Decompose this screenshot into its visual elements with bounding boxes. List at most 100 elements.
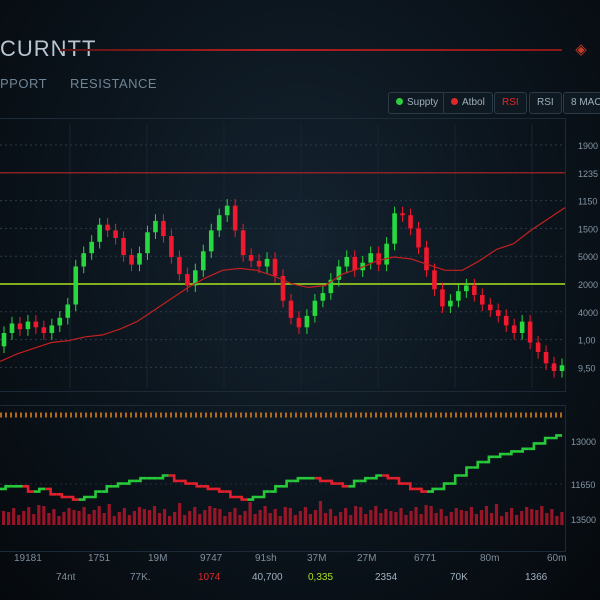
volume-bar [208, 506, 212, 525]
volume-bar [399, 508, 403, 525]
volume-bar [193, 507, 197, 525]
volume-bar [339, 512, 343, 525]
volume-bar [419, 514, 423, 525]
candle-body [559, 365, 565, 371]
volume-bar [102, 513, 106, 525]
candle-body [161, 220, 166, 237]
volume-bar [17, 515, 21, 525]
indicator-step-segment [404, 482, 416, 491]
indicator-step-segment [202, 484, 214, 491]
volume-bar [273, 509, 277, 525]
candle-body [73, 266, 79, 305]
indicator-step-segment [247, 495, 259, 501]
candle-body [240, 230, 246, 256]
candle-body [440, 289, 445, 307]
volume-bar [42, 506, 46, 525]
candle-body [153, 220, 158, 233]
indicator-step-segment [112, 482, 124, 488]
volume-bar [389, 511, 393, 525]
volume-bar [57, 516, 61, 525]
candle-body [511, 325, 517, 333]
volume-bar [484, 506, 489, 525]
candle-body [464, 285, 469, 292]
volume-bar [444, 516, 448, 525]
indicator-step-segment [382, 474, 394, 480]
candle-body [519, 321, 525, 333]
volume-bar [303, 507, 307, 525]
volume-bar [394, 512, 398, 525]
indicator-step-segment [550, 434, 562, 440]
volume-bar [52, 509, 56, 525]
volume-bar [499, 516, 504, 525]
candle-body [33, 321, 39, 328]
indicator-step-segment [168, 474, 180, 483]
x-axis-label: 1751 [88, 553, 111, 564]
y-tick-label: 5000 [578, 252, 598, 262]
volume-bar [384, 509, 388, 525]
price-chart[interactable]: 1900 1235 1150 1500 5000 2000 4000 1,00 9,50 1300… [0, 0, 600, 600]
indicator-step-segment [494, 452, 506, 459]
volume-bar [218, 509, 222, 525]
candle-body [113, 230, 118, 238]
y-tick-label: 1150 [578, 197, 597, 207]
candle-body [224, 205, 230, 216]
candle-body [137, 253, 142, 265]
volume-bar [228, 512, 232, 525]
volume-bar [127, 515, 131, 525]
indicator-y-tick-label: 13000 [571, 437, 596, 447]
volume-bar [137, 507, 142, 525]
volume-bar [354, 506, 358, 525]
volume-bar [364, 514, 368, 525]
volume-bar [223, 516, 227, 525]
volume-bar [429, 506, 433, 525]
volume-bar [404, 515, 408, 525]
candle-body [400, 213, 405, 216]
candle-body [472, 285, 477, 295]
volume-bar [349, 515, 353, 525]
volume-bar [87, 514, 91, 525]
volume-bar [268, 513, 272, 525]
volume-bar [253, 514, 257, 525]
candle-body [65, 304, 71, 318]
x-axis-label: 9747 [200, 553, 223, 564]
indicator-step-segment [427, 487, 439, 493]
indicator-step-segment [505, 450, 517, 456]
volume-bar [359, 507, 363, 525]
y-tick-label: 1235 [578, 169, 598, 179]
volume-bar [313, 510, 318, 525]
x-axis-value-label: 1074 [198, 572, 221, 583]
volume-bar [560, 512, 564, 525]
volume-bar [328, 509, 333, 525]
indicator-step-segment [359, 476, 371, 483]
volume-bar [142, 509, 147, 525]
candle-body [503, 315, 509, 326]
indicator-step-segment [224, 490, 236, 499]
volume-bar [178, 503, 182, 525]
indicator-step-segment [393, 476, 405, 485]
volume-bar [147, 510, 152, 525]
candle-body [9, 323, 15, 333]
volume-bar [469, 507, 473, 525]
volume-bar [97, 506, 101, 525]
candle-body [384, 243, 389, 265]
volume-bar [213, 508, 217, 525]
candle-body [248, 255, 254, 261]
indicator-step-segment [269, 484, 281, 493]
volume-bar [333, 516, 338, 525]
x-axis-value-label: 40,700 [252, 572, 283, 583]
volume-bar [132, 511, 136, 525]
volume-bar [62, 512, 66, 525]
indicator-step-segment [539, 436, 551, 445]
indicator-step-segment [483, 455, 495, 464]
candle-body [25, 321, 31, 330]
indicator-step-segment [56, 492, 68, 499]
x-axis-value-label: 70K [450, 572, 468, 583]
volume-bar [27, 507, 31, 525]
volume-bar [288, 508, 292, 525]
candle-body [312, 300, 318, 316]
y-tick-label: 1900 [578, 141, 598, 151]
candle-body [424, 247, 429, 271]
candle-body [41, 327, 47, 333]
indicator-step-segment [528, 442, 540, 451]
candle-body [200, 251, 206, 271]
